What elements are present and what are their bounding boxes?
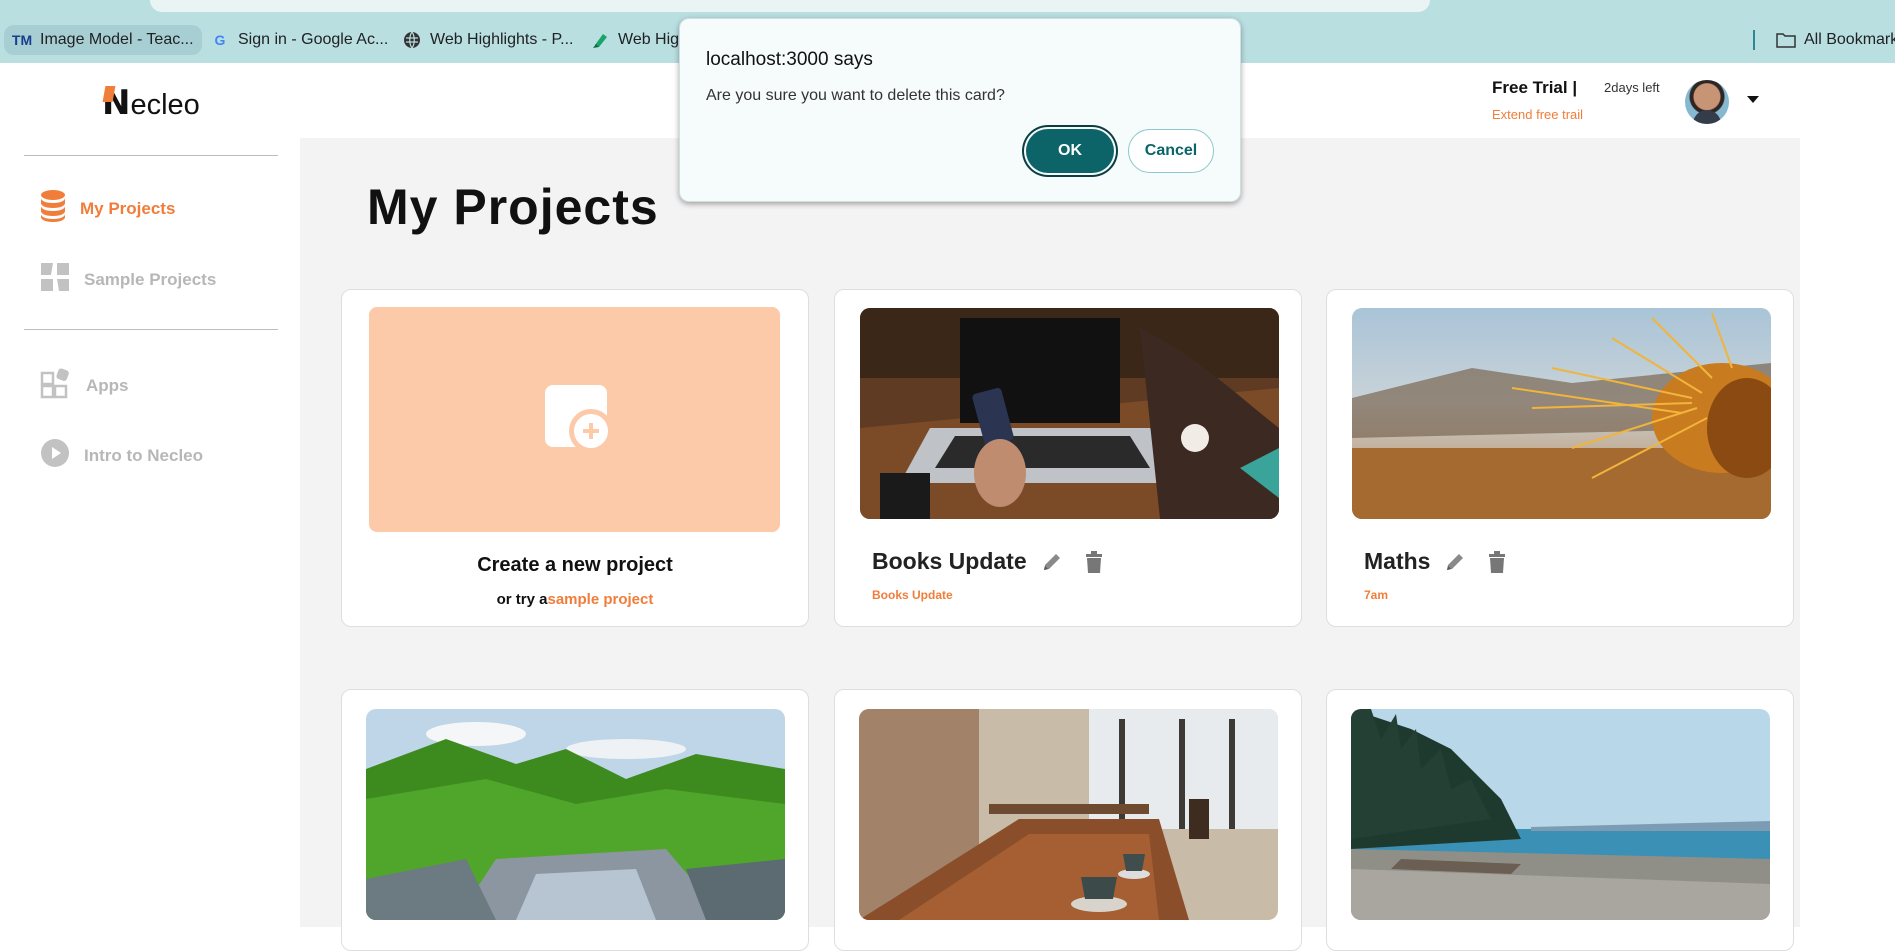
add-file-icon (545, 385, 615, 460)
dialog-message: Are you sure you want to delete this car… (706, 87, 1005, 104)
dialog-title: localhost:3000 says (706, 49, 873, 70)
cancel-button[interactable]: Cancel (1128, 129, 1214, 173)
project-thumbnail-cactus[interactable] (1352, 308, 1771, 519)
project-subtitle: Books Update (872, 588, 953, 602)
project-thumbnail-laptop[interactable] (860, 308, 1279, 519)
database-icon (40, 190, 66, 227)
highlighter-favicon-icon (590, 30, 610, 50)
globe-favicon-icon (402, 30, 422, 50)
create-project-title: Create a new project (477, 554, 673, 576)
necleo-logo[interactable]: N ecleo (102, 84, 200, 120)
sidebar-item-apps[interactable]: Apps (40, 367, 129, 404)
sidebar-divider (24, 329, 278, 330)
project-title-row: Books Update (872, 548, 1123, 575)
logo-mark: N (102, 83, 131, 123)
project-thumbnail-cafe[interactable] (859, 709, 1278, 920)
create-project-subtitle: or try asample project (342, 591, 808, 608)
create-sub-prefix: or try a (496, 591, 548, 608)
project-card[interactable]: Books Update Books Update (834, 289, 1302, 627)
google-favicon-icon: G (214, 32, 226, 48)
chevron-down-icon[interactable] (1747, 96, 1759, 103)
sidebar-item-label: Apps (86, 375, 129, 395)
delete-trash-icon[interactable] (1081, 549, 1107, 575)
avatar[interactable] (1685, 80, 1729, 124)
sidebar-item-sample-projects[interactable]: Sample Projects (40, 262, 216, 297)
edit-pencil-icon[interactable] (1442, 549, 1468, 575)
bookmark-image-model[interactable]: TM Image Model - Teac... (4, 25, 202, 55)
project-subtitle: 7am (1364, 588, 1389, 602)
confirm-delete-dialog: localhost:3000 says Are you sure you wan… (679, 18, 1241, 202)
sample-project-link[interactable]: sample project (547, 591, 653, 608)
sidebar-item-label: My Projects (80, 198, 176, 218)
project-card[interactable]: Maths 7am (1326, 289, 1794, 627)
bookmark-web-highlights-2[interactable]: Web High (590, 25, 688, 55)
play-icon (40, 438, 70, 473)
project-card[interactable] (341, 689, 809, 951)
all-bookmarks-label: All Bookmark (1804, 31, 1895, 48)
delete-trash-icon[interactable] (1484, 549, 1510, 575)
project-title-row: Maths (1364, 548, 1526, 575)
grid-icon (40, 262, 70, 297)
bookmark-label: Web High (618, 31, 688, 48)
days-left-label: 2days left (1604, 80, 1660, 95)
bookmark-web-highlights[interactable]: Web Highlights - P... (402, 25, 573, 55)
bookmark-label: Image Model - Teac... (40, 31, 194, 48)
edit-pencil-icon[interactable] (1039, 549, 1065, 575)
ok-button[interactable]: OK (1026, 129, 1114, 173)
project-card[interactable] (1326, 689, 1794, 951)
sidebar-item-label: Intro to Necleo (84, 445, 204, 465)
extend-trial-link[interactable]: Extend free trail (1492, 107, 1583, 122)
bookmark-google-signin[interactable]: G Sign in - Google Ac... (210, 25, 389, 55)
sidebar-item-my-projects[interactable]: My Projects (40, 190, 175, 227)
address-bar[interactable] (150, 0, 1430, 12)
folder-icon (1776, 30, 1796, 50)
create-project-card[interactable]: Create a new project or try asample proj… (341, 289, 809, 627)
project-card[interactable] (834, 689, 1302, 951)
bookmark-label: Web Highlights - P... (430, 31, 574, 48)
sidebar-item-label: Sample Projects (84, 269, 217, 289)
create-project-box[interactable] (369, 307, 780, 532)
page-title: My Projects (367, 179, 659, 235)
bookmarks-divider (1753, 30, 1755, 50)
sidebar-item-intro[interactable]: Intro to Necleo (40, 438, 203, 473)
all-bookmarks[interactable]: All Bookmark (1776, 25, 1895, 55)
bookmark-label: Sign in - Google Ac... (238, 31, 389, 48)
project-thumbnail-forest[interactable] (366, 709, 785, 920)
project-title: Maths (1364, 548, 1431, 574)
apps-icon (40, 367, 72, 404)
tm-favicon-icon: TM (11, 32, 33, 48)
sidebar-divider (24, 155, 278, 156)
free-trial-label: Free Trial | (1492, 78, 1578, 97)
project-title: Books Update (872, 548, 1027, 574)
logo-text: ecleo (130, 89, 200, 121)
project-thumbnail-beach[interactable] (1351, 709, 1770, 920)
